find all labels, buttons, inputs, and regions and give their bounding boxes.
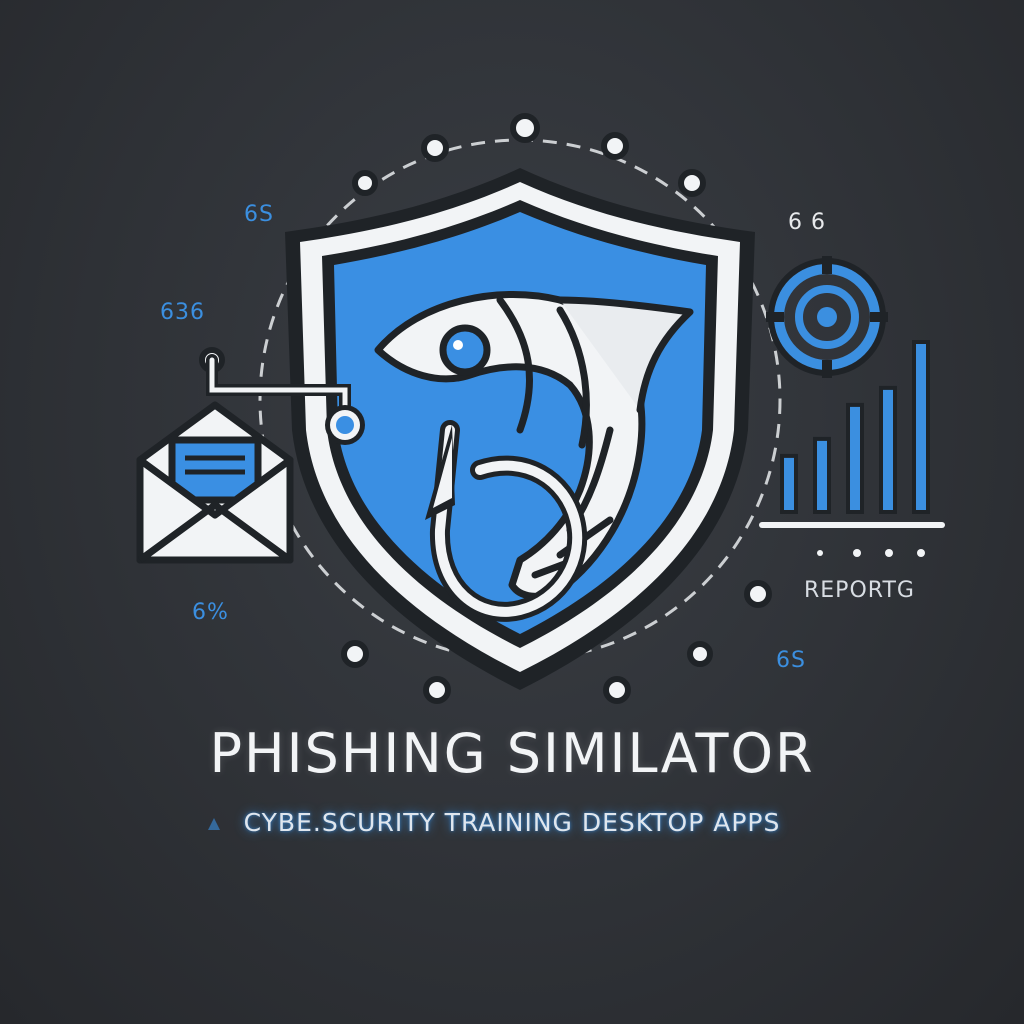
chart-bar (846, 402, 864, 514)
logo-scene (136, 113, 945, 704)
chart-dots (817, 549, 925, 557)
chart-bar (912, 340, 930, 514)
stat-label-left-lower: 6% (192, 600, 229, 625)
chart-bar (780, 453, 798, 514)
stat-label-bottom-right: 6S (776, 648, 806, 673)
chart-bar (813, 436, 831, 514)
stat-label-top-right: 6 6 (788, 210, 826, 235)
email-envelope-icon (136, 401, 294, 564)
orbit-node (687, 641, 713, 667)
chart-dot (853, 549, 861, 557)
target-icon (766, 256, 888, 378)
orbit-node (678, 169, 706, 197)
stat-label-top-left: 6S (244, 202, 274, 227)
chart-dot (817, 550, 823, 556)
chart-dot (917, 549, 925, 557)
orbit-node (341, 640, 369, 668)
app-subtitle: CYBE.SCURITY TRAINING DESKTOP APPS (243, 808, 781, 837)
orbit-node (744, 580, 772, 608)
orbit-node (603, 676, 631, 704)
orbit-node (421, 134, 449, 162)
chart-bar (879, 385, 897, 514)
orbit-node (510, 113, 540, 143)
app-title: PHISHING SIMILATOR (209, 722, 815, 785)
orbit-node (352, 170, 378, 196)
orbit-node (601, 132, 629, 160)
reporting-label: REPORTG (804, 578, 915, 603)
stat-label-left-upper: 636 (160, 300, 205, 325)
orbit-node (423, 676, 451, 704)
chart-dot (885, 549, 893, 557)
